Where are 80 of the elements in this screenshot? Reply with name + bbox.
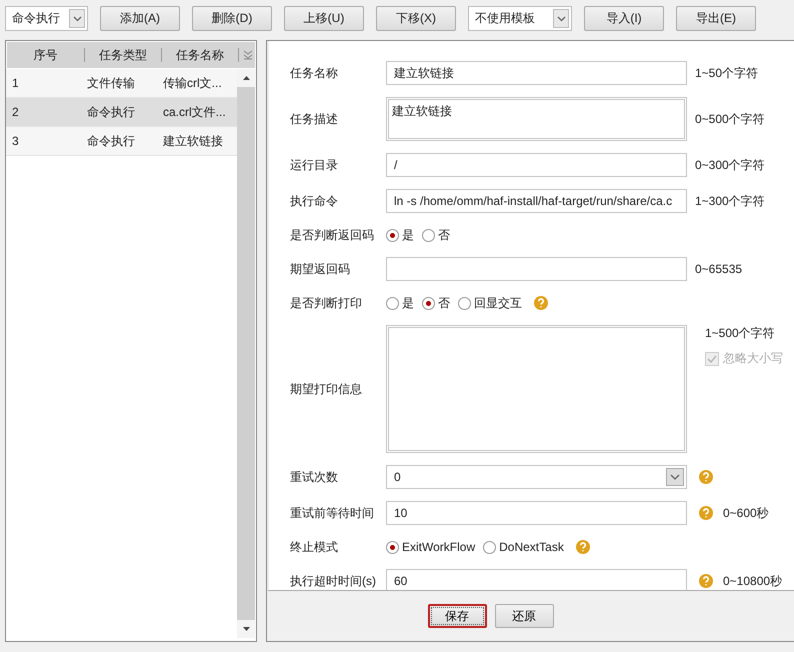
hint-text: 0~500个字符: [695, 110, 765, 128]
hint-text: 0~600秒: [723, 504, 769, 522]
footer-button[interactable]: 还原: [494, 604, 554, 628]
chevron-down-icon: [666, 468, 684, 486]
input-field[interactable]: /: [386, 153, 687, 177]
help-icon[interactable]: [576, 540, 590, 554]
chevron-down-icon: [69, 9, 85, 28]
table-cell-text: 2: [11, 105, 20, 119]
toolbar-button[interactable]: 添加(A): [100, 6, 180, 31]
radio-button[interactable]: [458, 296, 471, 310]
radio-option[interactable]: ExitWorkFlow: [386, 540, 476, 554]
hint-text: 1~300个字符: [695, 192, 765, 210]
scrollbar[interactable]: [237, 69, 255, 638]
help-icon[interactable]: [534, 296, 548, 310]
field-label: 终止模式: [290, 538, 339, 556]
radio-button[interactable]: [422, 296, 435, 310]
help-icon[interactable]: [699, 574, 713, 588]
toolbar-button[interactable]: 下移(X): [376, 6, 456, 31]
toolbar-button[interactable]: 上移(U): [284, 6, 364, 31]
footer-button[interactable]: 保存: [428, 604, 486, 628]
toolbar-button[interactable]: 删除(D): [192, 6, 272, 31]
field-label: 任务名称: [290, 64, 339, 82]
input-field[interactable]: 10: [386, 501, 687, 525]
hint-text: 1~50个字符: [695, 64, 758, 82]
column-header[interactable]: 任务名称: [162, 48, 239, 62]
text-area[interactable]: 建立软链接: [386, 97, 687, 141]
table-cell-text: 建立软链接: [162, 132, 224, 150]
help-icon[interactable]: [699, 470, 713, 484]
table-cell-text: ca.crl文件...: [162, 104, 227, 120]
help-icon[interactable]: [699, 506, 713, 520]
radio-button[interactable]: [422, 228, 435, 242]
text-area[interactable]: [386, 325, 687, 453]
field-label: 任务描述: [290, 110, 339, 128]
radio-option[interactable]: 否: [422, 226, 450, 244]
table-cell-text: 3: [11, 134, 20, 148]
double-chevron-down-icon[interactable]: [243, 49, 253, 61]
radio-option[interactable]: 是: [386, 226, 414, 244]
dropdown[interactable]: 0: [386, 465, 687, 489]
hint-text: 0~300个字符: [695, 156, 765, 174]
field-label: 是否判断返回码: [290, 226, 375, 244]
radio-option[interactable]: DoNextTask: [483, 540, 564, 554]
table-cell-text: 命令执行: [86, 132, 136, 150]
chevron-down-icon: [553, 9, 569, 28]
radio-button[interactable]: [386, 228, 399, 242]
field-label: 期望打印信息: [290, 380, 363, 398]
input-field[interactable]: [386, 257, 687, 281]
field-label: 执行超时时间(s): [290, 572, 377, 590]
toolbar-button[interactable]: 导出(E): [676, 6, 756, 31]
scroll-up-icon[interactable]: [237, 69, 255, 87]
table-cell-text: 文件传输: [86, 74, 136, 92]
input-field[interactable]: ln -s /home/omm/haf-install/haf-target/run/share/ca.c: [386, 189, 687, 213]
field-label: 重试次数: [290, 468, 339, 486]
table-cell-text: 1: [11, 76, 20, 90]
column-header[interactable]: 序号: [7, 48, 85, 62]
radio-button[interactable]: [483, 540, 496, 554]
table-row[interactable]: 2 命令执行 ca.crl文件...: [6, 98, 237, 127]
field-label: 执行命令: [290, 192, 339, 210]
toolbar-button[interactable]: 导入(I): [584, 6, 664, 31]
table-cell-text: 命令执行: [86, 104, 136, 120]
input-field[interactable]: 60: [386, 569, 687, 590]
dropdown[interactable]: 命令执行: [5, 6, 88, 31]
radio-option[interactable]: 是: [386, 294, 414, 312]
field-label: 运行目录: [290, 156, 339, 174]
input-field[interactable]: 建立软链接: [386, 61, 687, 85]
radio-option[interactable]: 回显交互: [458, 294, 522, 312]
radio-button[interactable]: [386, 296, 399, 310]
hint-text: 0~10800秒: [723, 572, 782, 590]
scroll-down-icon[interactable]: [237, 620, 255, 638]
column-header[interactable]: 任务类型: [85, 48, 162, 62]
table-cell-text: 传输crl文...: [162, 74, 223, 92]
hint-text: 0~65535: [695, 262, 742, 276]
table-row[interactable]: 1 文件传输 传输crl文...: [6, 69, 237, 98]
dropdown[interactable]: 不使用模板: [468, 6, 572, 31]
field-label: 期望返回码: [290, 260, 351, 278]
hint-text: 1~500个字符: [705, 325, 776, 342]
radio-option[interactable]: 否: [422, 294, 450, 312]
field-label: 重试前等待时间: [290, 504, 375, 522]
field-label: 是否判断打印: [290, 294, 363, 312]
radio-button[interactable]: [386, 540, 399, 554]
table-row[interactable]: 3 命令执行 建立软链接: [6, 127, 237, 156]
